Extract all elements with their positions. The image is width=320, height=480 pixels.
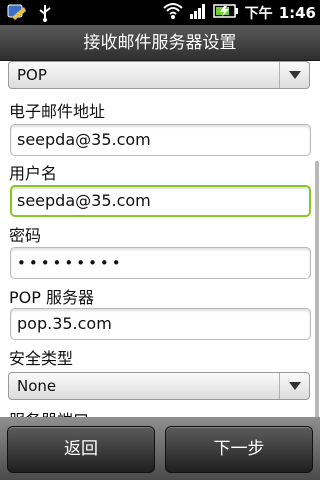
android-debug-icon: [6, 3, 28, 27]
password-field[interactable]: •••••••••: [10, 247, 311, 279]
dropdown-arrow-icon[interactable]: [279, 62, 309, 88]
username-field[interactable]: seepda@35.com: [10, 185, 311, 217]
wifi-icon: [163, 2, 183, 24]
next-button[interactable]: 下一步: [165, 426, 313, 473]
security-type-value: None: [17, 377, 57, 395]
server-port-label: 服务器端口: [9, 407, 89, 417]
username-label: 用户名: [9, 164, 58, 183]
scrollbar[interactable]: [315, 161, 319, 417]
security-type-select[interactable]: None: [8, 372, 310, 400]
email-label: 电子邮件地址: [9, 102, 106, 121]
battery-icon: [212, 3, 239, 23]
security-type-label: 安全类型: [9, 349, 74, 368]
bottom-action-bar: 返回 下一步: [0, 417, 320, 480]
page-title: 接收邮件服务器设置: [83, 33, 237, 53]
time-period: 下午: [244, 6, 273, 22]
dropdown-arrow-icon[interactable]: [279, 373, 309, 399]
pop-server-field[interactable]: pop.35.com: [10, 308, 311, 340]
pop-server-label: POP 服务器: [9, 288, 94, 307]
account-type-select[interactable]: POP: [8, 61, 310, 89]
password-label: 密码: [9, 226, 42, 245]
clock: 1:46: [278, 4, 316, 22]
usb-icon: [38, 3, 52, 27]
back-button[interactable]: 返回: [7, 426, 155, 473]
signal-icon: [189, 2, 207, 24]
status-bar: 下午 1:46: [0, 0, 320, 25]
title-bar: 接收邮件服务器设置: [0, 25, 320, 61]
settings-form[interactable]: POP 电子邮件地址 seepda@35.com 用户名 seepda@35.c…: [0, 61, 320, 417]
account-type-value: POP: [17, 66, 47, 84]
email-field[interactable]: seepda@35.com: [10, 124, 311, 156]
